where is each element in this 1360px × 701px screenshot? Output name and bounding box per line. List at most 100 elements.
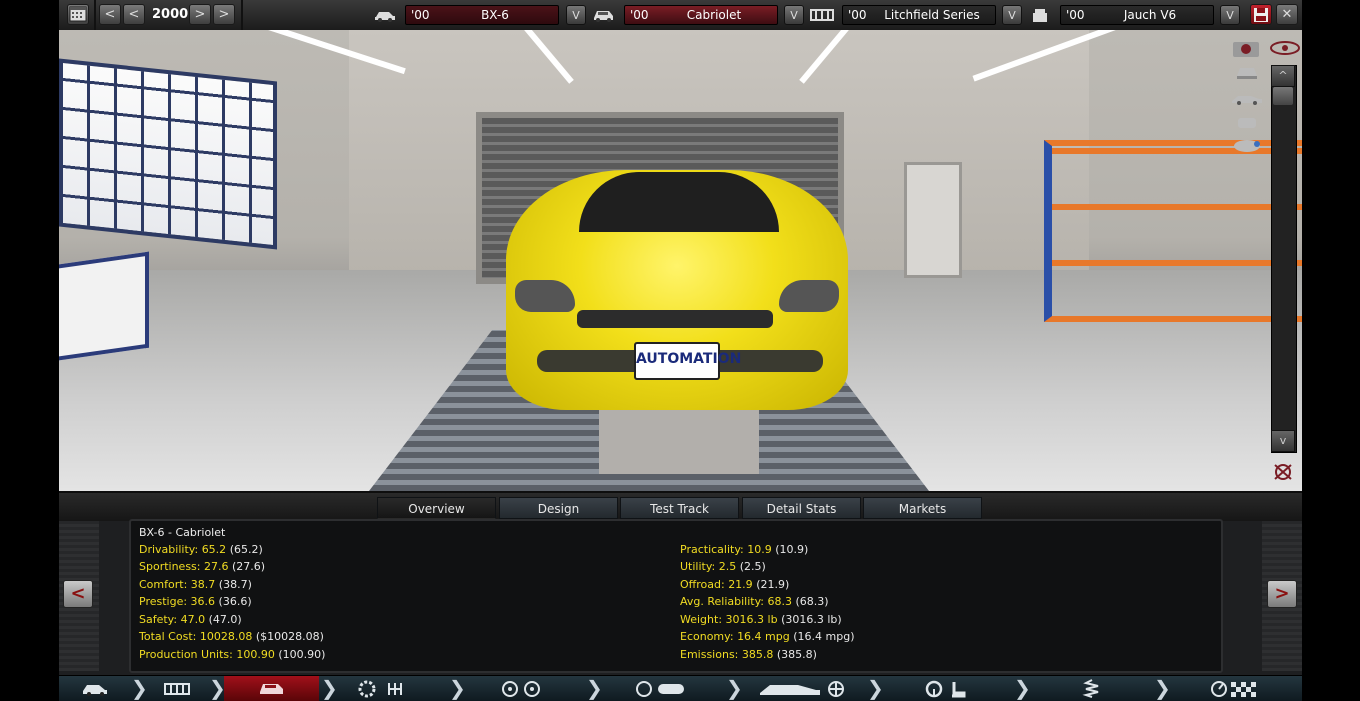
tab-detail-stats[interactable]: Detail Stats <box>742 497 861 519</box>
family-year: '00 <box>848 8 867 22</box>
nav-brakes[interactable] <box>604 676 724 701</box>
zoom-scrollbar-thumb[interactable] <box>1273 87 1293 105</box>
overview-title: BX-6 - Cabriolet <box>139 526 226 539</box>
model-dropdown-button[interactable]: V <box>566 5 586 25</box>
test-finish-icon <box>1211 681 1256 697</box>
year-display: 2000 <box>152 7 189 22</box>
engine-year: '00 <box>1066 8 1085 22</box>
divider <box>94 0 96 30</box>
cabinet <box>59 251 149 361</box>
stat-emissions: Emissions: 385.8 (385.8) <box>680 648 817 661</box>
car-front-icon[interactable] <box>1229 62 1265 82</box>
stat-production-units: Production Units: 100.90 (100.90) <box>139 648 326 661</box>
zoom-out-button[interactable]: v <box>1271 430 1295 452</box>
left-letterbox <box>0 0 59 700</box>
calendar-icon[interactable] <box>67 4 89 25</box>
chassis-icon <box>164 683 190 695</box>
stat-offroad: Offroad: 21.9 (21.9) <box>680 578 790 591</box>
trim-dropdown-button[interactable]: V <box>784 5 804 25</box>
car-3d-viewport[interactable]: AUTOMATION ^ v <box>59 30 1302 491</box>
tab-bar: Overview Design Test Track Detail Stats … <box>59 491 1302 521</box>
lift-post <box>599 400 759 474</box>
year-prev-big-button[interactable]: < <box>99 4 121 25</box>
nav-wheels[interactable] <box>464 676 584 701</box>
family-dropdown-button[interactable]: V <box>1002 5 1022 25</box>
stat-weight: Weight: 3016.3 lb (3016.3 lb) <box>680 613 842 626</box>
chevron-right-icon: ❯ <box>321 676 338 700</box>
aero-cooling-icon <box>760 681 844 697</box>
engine-gearbox-icon <box>358 680 402 698</box>
tab-test-track[interactable]: Test Track <box>620 497 739 519</box>
nav-engine-gearbox[interactable] <box>339 676 439 701</box>
engine-selector[interactable]: '00 Jauch V6 <box>1060 5 1214 25</box>
car-headlight-right <box>779 280 839 312</box>
tab-markets[interactable]: Markets <box>863 497 982 519</box>
model-name: BX-6 <box>481 8 509 22</box>
nav-test-finish[interactable] <box>1169 676 1302 701</box>
chevron-right-icon: ❯ <box>1014 676 1031 700</box>
family-name: Litchfield Series <box>884 8 980 22</box>
zoom-in-button[interactable]: ^ <box>1271 65 1295 87</box>
suspension-icon <box>1082 679 1099 698</box>
nav-car-model[interactable] <box>59 676 131 701</box>
model-year: '00 <box>411 8 430 22</box>
brakes-icon <box>636 681 684 697</box>
chevron-right-icon: ❯ <box>449 676 466 700</box>
car-top-icon[interactable] <box>1229 136 1265 156</box>
close-button[interactable]: ✕ <box>1276 4 1298 25</box>
trim-car-icon <box>594 11 613 22</box>
model-car-icon <box>375 12 395 22</box>
stat-safety: Safety: 47.0 (47.0) <box>139 613 242 626</box>
car-side-icon[interactable] <box>1229 88 1265 108</box>
divider <box>241 0 243 30</box>
nav-aero-cooling[interactable] <box>744 676 864 701</box>
stat-sportiness: Sportiness: 27.6 (27.6) <box>139 560 266 573</box>
interior-icon <box>925 680 966 698</box>
chevron-right-icon: ❯ <box>586 676 603 700</box>
family-selector[interactable]: '00 Litchfield Series <box>842 5 996 25</box>
eye-icon[interactable] <box>1267 38 1302 58</box>
reset-view-icon[interactable] <box>1265 462 1301 482</box>
stat-economy: Economy: 16.4 mpg (16.4 mpg) <box>680 630 855 643</box>
nav-suspension[interactable] <box>1029 676 1149 701</box>
car-model-icon <box>83 685 107 696</box>
chevron-right-icon: ❯ <box>726 676 743 700</box>
year-next-big-button[interactable]: > <box>213 4 235 25</box>
trim-name: Cabriolet <box>686 8 742 22</box>
nav-trim[interactable] <box>224 676 319 701</box>
nav-chassis[interactable] <box>147 676 217 701</box>
engine-name: Jauch V6 <box>1123 8 1177 22</box>
designer-stage-nav: ❯ ❯ ❯ ❯ ❯ ❯ ❯ ❯ ❯ <box>59 675 1302 701</box>
garage-window <box>59 58 277 250</box>
info-panel: Overview Design Test Track Detail Stats … <box>59 491 1302 675</box>
stat-total-cost: Total Cost: 10028.08 ($10028.08) <box>139 630 324 643</box>
trim-selector[interactable]: '00 Cabriolet <box>624 5 778 25</box>
stat-prestige: Prestige: 36.6 (36.6) <box>139 595 252 608</box>
car-rear-icon[interactable] <box>1229 112 1265 132</box>
engine-icon <box>1033 9 1047 22</box>
save-button[interactable] <box>1250 4 1272 25</box>
year-next-button[interactable]: > <box>189 4 211 25</box>
stat-avg-reliability: Avg. Reliability: 68.3 (68.3) <box>680 595 829 608</box>
zoom-scrollbar-track[interactable] <box>1271 65 1297 453</box>
chevron-right-icon: ❯ <box>867 676 884 700</box>
save-icon <box>1254 8 1268 22</box>
year-prev-button[interactable]: < <box>123 4 145 25</box>
engine-dropdown-button[interactable]: V <box>1220 5 1240 25</box>
next-car-button[interactable]: > <box>1267 580 1297 608</box>
chassis-icon <box>810 9 834 21</box>
prev-car-button[interactable]: < <box>63 580 93 608</box>
tab-design[interactable]: Design <box>499 497 618 519</box>
trim-icon <box>260 684 283 694</box>
stat-practicality: Practicality: 10.9 (10.9) <box>680 543 809 556</box>
wheels-icon <box>502 681 540 697</box>
car-grille <box>577 310 773 328</box>
right-letterbox <box>1302 0 1360 700</box>
trim-year: '00 <box>630 8 649 22</box>
license-plate: AUTOMATION <box>634 342 741 380</box>
model-selector[interactable]: '00 BX-6 <box>405 5 559 25</box>
camera-icon[interactable] <box>1229 38 1265 58</box>
stat-drivability: Drivability: 65.2 (65.2) <box>139 543 263 556</box>
tab-overview[interactable]: Overview <box>377 497 496 519</box>
nav-interior[interactable] <box>884 676 1004 701</box>
